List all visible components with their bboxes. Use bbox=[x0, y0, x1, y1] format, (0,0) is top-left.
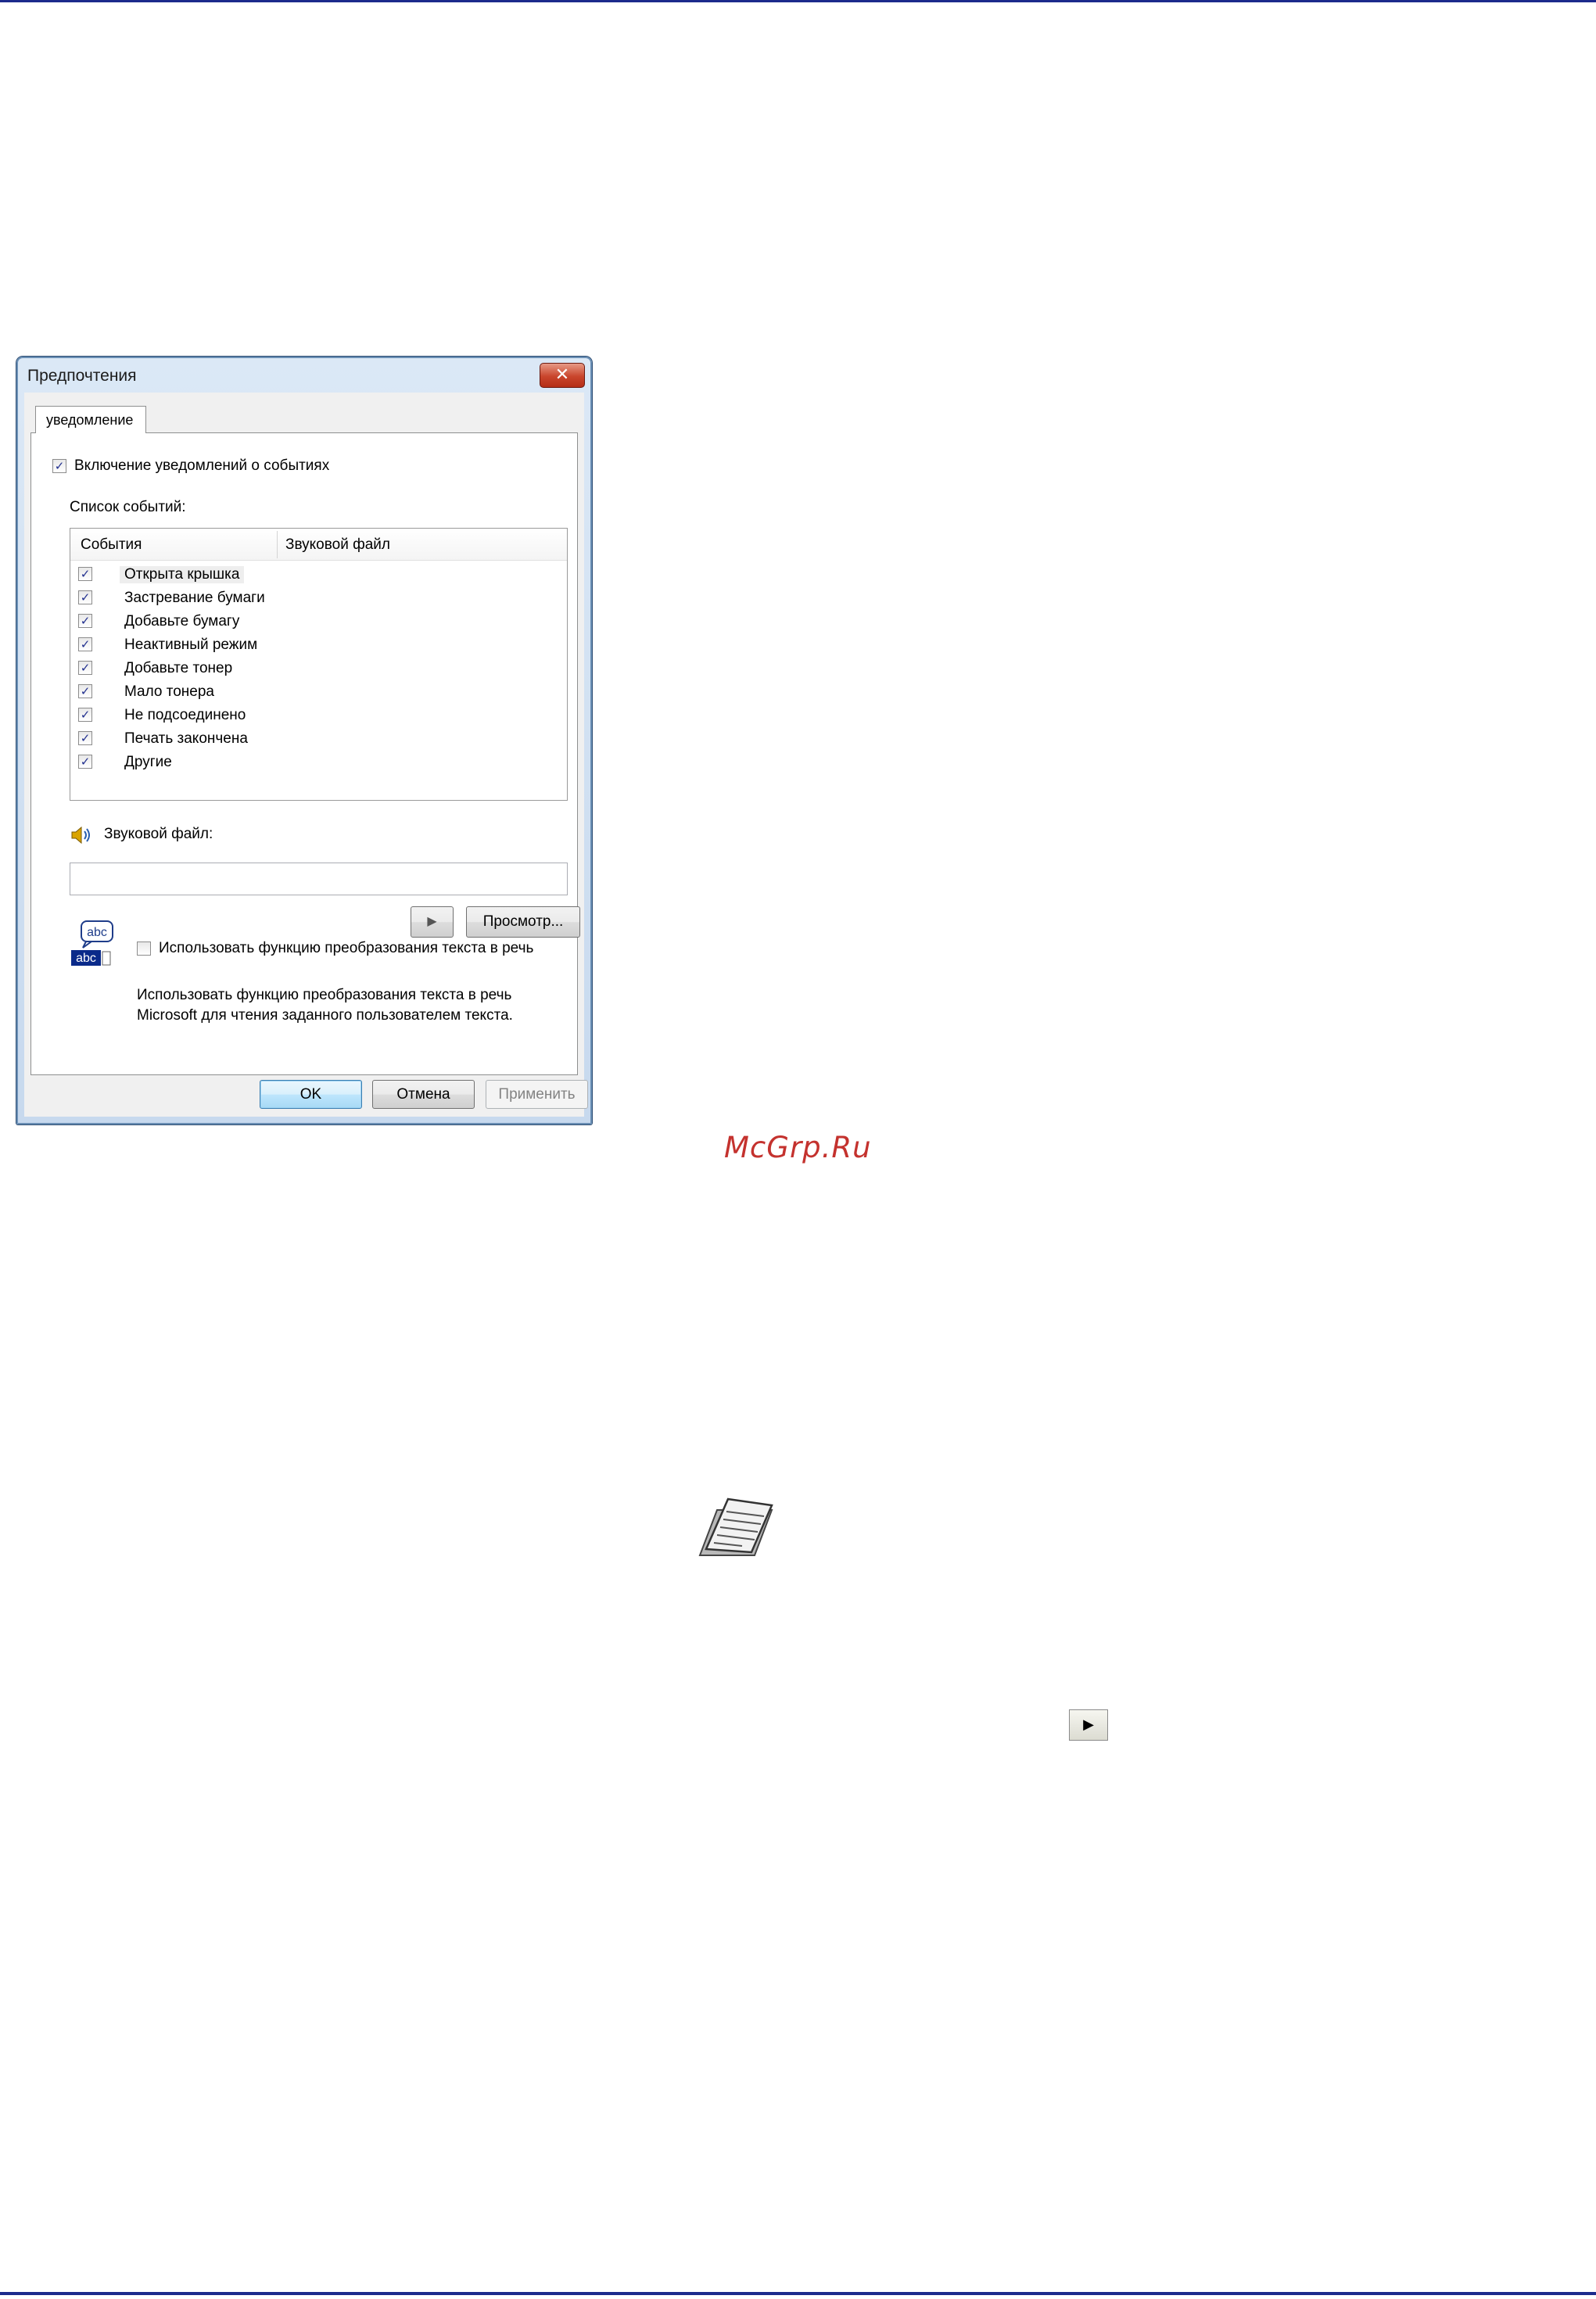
event-list[interactable]: События Звуковой файл ✓ Открыта крышка ✓… bbox=[70, 528, 568, 801]
dialog-client-area: уведомление ✓ Включение уведомлений о со… bbox=[24, 393, 588, 1117]
tts-checkbox-label: Использовать функцию преобразования текс… bbox=[159, 940, 534, 956]
close-icon: ✕ bbox=[554, 365, 570, 385]
event-checkbox[interactable]: ✓ bbox=[78, 755, 92, 769]
ok-button[interactable]: OK bbox=[260, 1080, 362, 1109]
event-list-label: Список событий: bbox=[70, 499, 186, 515]
column-events[interactable]: События bbox=[81, 536, 142, 554]
event-label: Добавьте тонер bbox=[124, 660, 233, 676]
sound-file-label: Звуковой файл: bbox=[104, 826, 213, 842]
event-row-low-toner[interactable]: ✓ Мало тонера bbox=[70, 680, 567, 704]
event-label: Добавьте бумагу bbox=[124, 613, 240, 629]
event-checkbox[interactable]: ✓ bbox=[78, 661, 92, 675]
browse-button[interactable]: Просмотр... bbox=[466, 906, 580, 938]
cancel-button[interactable]: Отмена bbox=[372, 1080, 475, 1109]
play-icon: ▶ bbox=[427, 915, 437, 928]
event-label: Застревание бумаги bbox=[124, 590, 265, 606]
event-checkbox[interactable]: ✓ bbox=[78, 637, 92, 651]
list-header: События Звуковой файл bbox=[70, 529, 567, 561]
inline-play-button: ▶ bbox=[1069, 1709, 1108, 1741]
sound-file-input[interactable] bbox=[70, 863, 568, 895]
watermark-text: McGrp.Ru bbox=[724, 1131, 872, 1164]
event-row-add-paper[interactable]: ✓ Добавьте бумагу bbox=[70, 610, 567, 633]
tab-notification[interactable]: уведомление bbox=[35, 406, 146, 433]
event-checkbox[interactable]: ✓ bbox=[78, 708, 92, 722]
tts-checkbox[interactable] bbox=[137, 941, 151, 956]
tab-panel: ✓ Включение уведомлений о событиях Списо… bbox=[30, 432, 580, 1075]
column-separator[interactable] bbox=[277, 531, 278, 558]
event-row-print-complete[interactable]: ✓ Печать закончена bbox=[70, 727, 567, 751]
event-row-add-toner[interactable]: ✓ Добавьте тонер bbox=[70, 657, 567, 680]
tts-description: Использовать функцию преобразования текс… bbox=[137, 985, 559, 1026]
event-checkbox[interactable]: ✓ bbox=[78, 684, 92, 698]
dialog-title: Предпочтения bbox=[27, 367, 137, 385]
event-label: Неактивный режим bbox=[124, 637, 258, 653]
preferences-dialog: Предпочтения ✕ уведомление ✓ Включение у… bbox=[16, 357, 592, 1124]
event-label: Другие bbox=[124, 754, 172, 770]
title-bar[interactable]: Предпочтения ✕ bbox=[18, 358, 590, 393]
event-checkbox[interactable]: ✓ bbox=[78, 567, 92, 581]
note-icon bbox=[698, 1497, 773, 1556]
enable-notifications-label: Включение уведомлений о событиях bbox=[74, 457, 330, 474]
play-icon: ▶ bbox=[1083, 1716, 1094, 1733]
event-row-paper-jam[interactable]: ✓ Застревание бумаги bbox=[70, 586, 567, 610]
event-label: Мало тонера bbox=[124, 683, 215, 700]
tts-icon-top-text: abc bbox=[87, 926, 107, 939]
event-row-sleep-mode[interactable]: ✓ Неактивный режим bbox=[70, 633, 567, 657]
close-button[interactable]: ✕ bbox=[540, 363, 585, 388]
play-button[interactable]: ▶ bbox=[411, 906, 454, 938]
event-label: Не подсоединено bbox=[124, 707, 246, 723]
apply-button[interactable]: Применить bbox=[486, 1080, 588, 1109]
tts-icon-bottom-text: abc bbox=[76, 952, 96, 965]
tts-description-line-2: Microsoft для чтения заданного пользоват… bbox=[137, 1007, 513, 1024]
tts-description-line-1: Использовать функцию преобразования текс… bbox=[137, 987, 512, 1003]
event-row-other[interactable]: ✓ Другие bbox=[70, 751, 567, 774]
event-checkbox[interactable]: ✓ bbox=[78, 614, 92, 628]
text-to-speech-icon: abc abc bbox=[71, 920, 113, 966]
event-checkbox[interactable]: ✓ bbox=[78, 590, 92, 604]
bottom-rule bbox=[0, 2292, 1596, 2295]
speaker-icon bbox=[71, 826, 90, 845]
event-label: Печать закончена bbox=[124, 730, 248, 747]
event-label: Открыта крышка bbox=[120, 566, 245, 583]
event-checkbox[interactable]: ✓ bbox=[78, 731, 92, 745]
event-row-not-connected[interactable]: ✓ Не подсоединено bbox=[70, 704, 567, 727]
event-row-cover-open[interactable]: ✓ Открыта крышка bbox=[70, 563, 567, 586]
enable-notifications-checkbox[interactable]: ✓ bbox=[52, 459, 66, 473]
top-rule bbox=[0, 0, 1596, 2]
column-sound-file[interactable]: Звуковой файл bbox=[285, 536, 390, 554]
